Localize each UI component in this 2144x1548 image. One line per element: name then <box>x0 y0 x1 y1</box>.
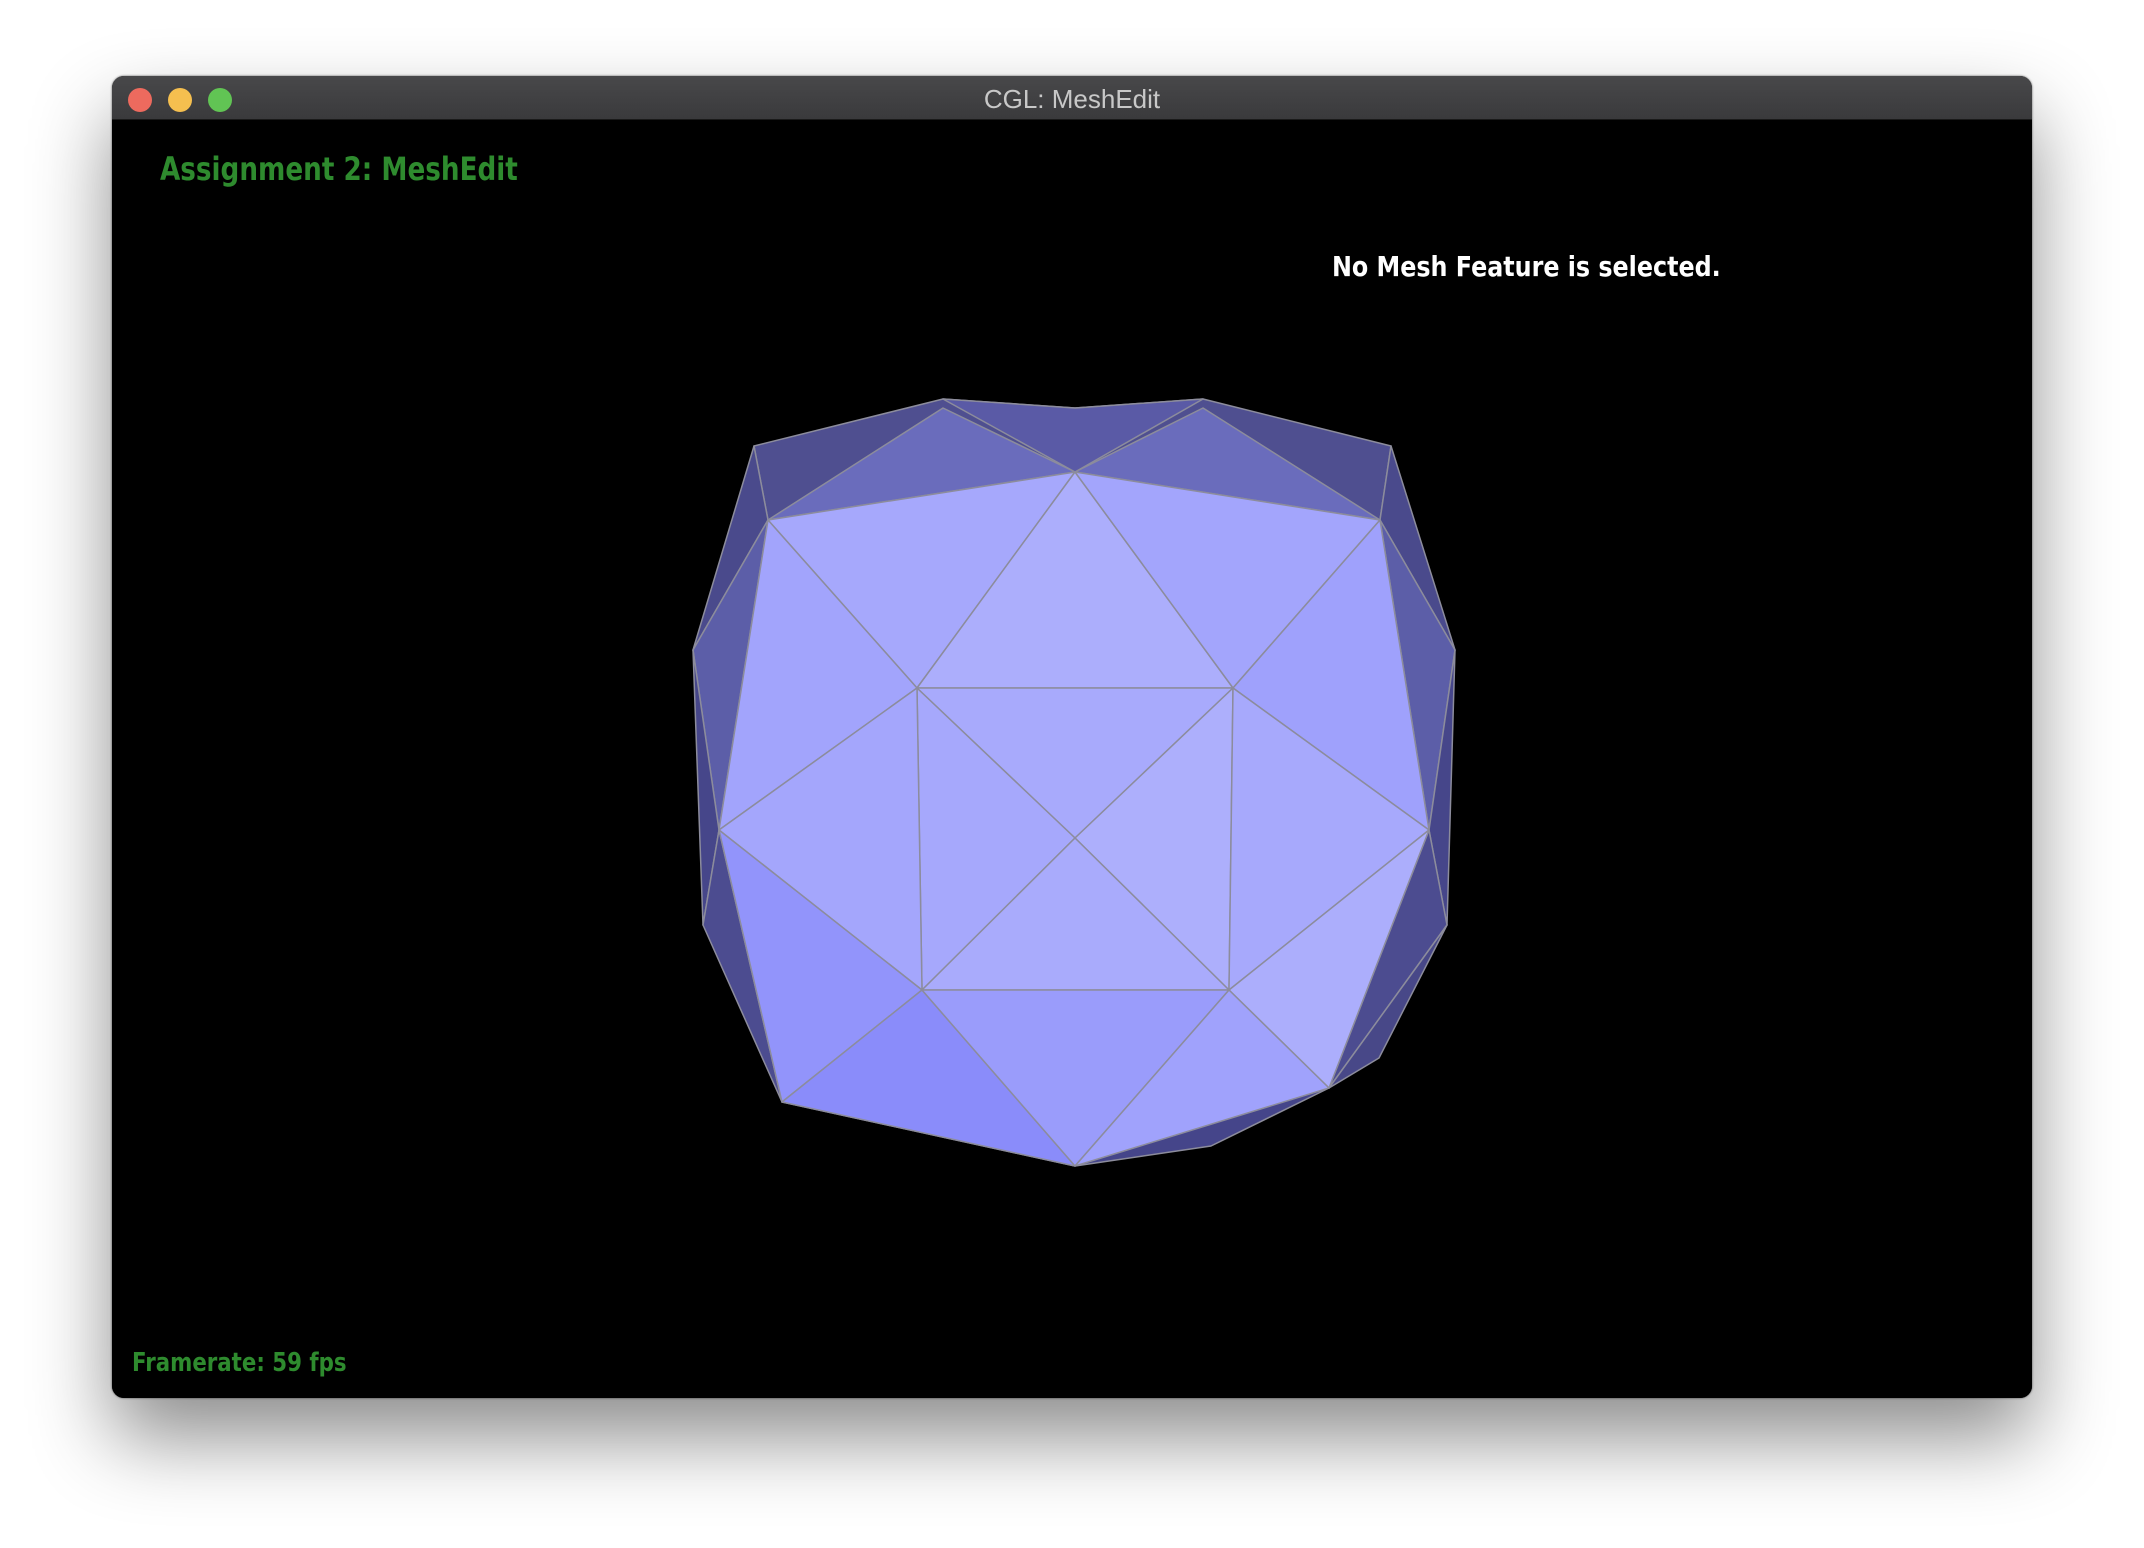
assignment-title: Assignment 2: MeshEdit <box>160 150 518 188</box>
window-title: CGL: MeshEdit <box>983 84 1161 114</box>
mesh-viewport[interactable]: Assignment 2: MeshEdit No Mesh Feature i… <box>112 120 2032 1398</box>
title-bar[interactable]: CGL: MeshEdit <box>112 76 2032 120</box>
app-window: CGL: MeshEdit Assignment 2: MeshEdit No … <box>112 76 2032 1398</box>
mesh-canvas[interactable] <box>112 120 2032 1398</box>
selection-status: No Mesh Feature is selected. <box>1332 250 1721 283</box>
framerate-readout: Framerate: 59 fps <box>132 1348 347 1378</box>
